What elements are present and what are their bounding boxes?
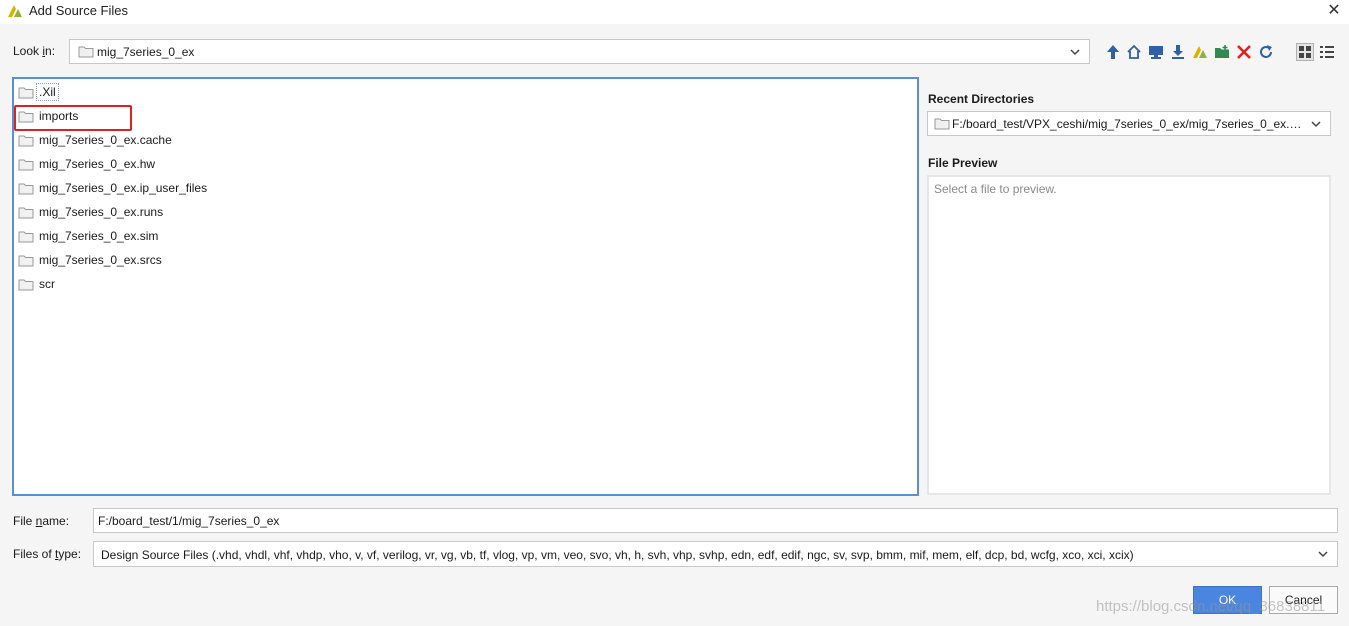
files-of-type-label: Files of type: (13, 547, 82, 561)
folder-icon (18, 183, 34, 194)
look-in-value: mig_7series_0_ex (97, 45, 195, 59)
list-item-label: mig_7series_0_ex.ip_user_files (39, 181, 208, 195)
new-folder-icon[interactable] (1213, 42, 1231, 62)
title-bar: Add Source Files ✕ (0, 0, 1349, 24)
folder-icon (18, 255, 34, 266)
list-item-label: .Xil (36, 83, 59, 101)
file-name-label: File name: (13, 514, 70, 528)
list-item[interactable]: mig_7series_0_ex.runs (18, 202, 163, 222)
look-in-dropdown[interactable]: mig_7series_0_ex (69, 39, 1090, 64)
list-item[interactable]: mig_7series_0_ex.sim (18, 226, 158, 246)
delete-icon[interactable] (1235, 42, 1253, 62)
file-name-field[interactable]: F:/board_test/1/mig_7series_0_ex (93, 508, 1338, 533)
files-of-type-dropdown[interactable]: Design Source Files (.vhd, vhdl, vhf, vh… (93, 541, 1338, 567)
file-list[interactable]: .Xil imports mig_7series_0_ex.cache mig_… (12, 77, 919, 496)
list-item[interactable]: .Xil (18, 82, 59, 102)
up-folder-icon[interactable] (1104, 42, 1122, 62)
refresh-icon[interactable] (1257, 42, 1275, 62)
chevron-down-icon (1318, 551, 1328, 558)
home-icon[interactable] (1125, 42, 1143, 62)
file-preview-label: File Preview (928, 156, 998, 170)
list-item[interactable]: mig_7series_0_ex.ip_user_files (18, 178, 207, 198)
list-item-label: mig_7series_0_ex.runs (39, 205, 164, 219)
files-of-type-value: Design Source Files (.vhd, vhdl, vhf, vh… (101, 548, 1134, 562)
look-in-label: Look in: (13, 44, 56, 58)
vivado-logo-icon (8, 5, 22, 17)
list-view-icon[interactable] (1318, 42, 1336, 62)
recent-directories-dropdown[interactable]: F:/board_test/VPX_ceshi/mig_7series_0_ex… (927, 111, 1331, 136)
download-icon[interactable] (1169, 42, 1187, 62)
list-item-label: mig_7series_0_ex.hw (39, 157, 156, 171)
list-item-label: mig_7series_0_ex.sim (39, 229, 159, 243)
folder-icon (18, 135, 34, 146)
chevron-down-icon (1070, 49, 1080, 56)
close-icon[interactable]: ✕ (1325, 2, 1343, 20)
chevron-down-icon (1311, 121, 1321, 128)
ok-button[interactable]: OK (1193, 586, 1262, 614)
recent-directories-value: F:/board_test/VPX_ceshi/mig_7series_0_ex… (952, 117, 1302, 131)
cancel-button[interactable]: Cancel (1269, 586, 1338, 614)
list-item-label: imports (39, 109, 79, 123)
file-preview-placeholder: Select a file to preview. (934, 182, 1057, 196)
recent-directories-label: Recent Directories (928, 92, 1035, 106)
grid-view-icon[interactable] (1296, 42, 1314, 62)
list-item-label: mig_7series_0_ex.srcs (39, 253, 162, 267)
desktop-icon[interactable] (1147, 42, 1165, 62)
folder-icon (18, 111, 34, 122)
window-title: Add Source Files (29, 3, 128, 18)
file-preview-panel: Select a file to preview. (927, 175, 1331, 495)
folder-icon (18, 231, 34, 242)
list-item-label: scr (39, 277, 55, 291)
file-name-value: F:/board_test/1/mig_7series_0_ex (98, 514, 280, 528)
list-item[interactable]: mig_7series_0_ex.srcs (18, 250, 162, 270)
folder-icon (18, 159, 34, 170)
list-item[interactable]: imports (18, 106, 78, 126)
folder-icon (18, 279, 34, 290)
vivado-project-icon[interactable] (1191, 42, 1209, 62)
folder-icon (934, 118, 950, 130)
list-item-label: mig_7series_0_ex.cache (39, 133, 172, 147)
folder-icon (78, 46, 94, 58)
list-item[interactable]: scr (18, 274, 55, 294)
folder-icon (18, 207, 34, 218)
list-item[interactable]: mig_7series_0_ex.cache (18, 130, 172, 150)
list-item[interactable]: mig_7series_0_ex.hw (18, 154, 155, 174)
folder-icon (18, 87, 34, 98)
